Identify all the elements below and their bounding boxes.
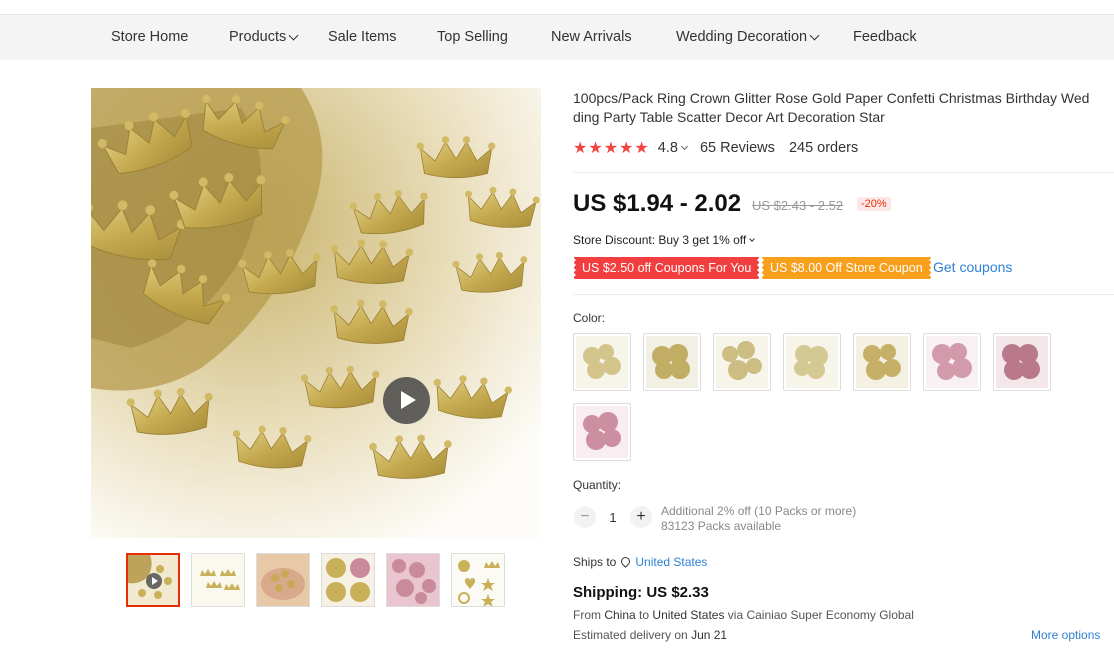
nav-label: Sale Items <box>328 29 397 45</box>
current-price: US $1.94 - 2.02 <box>573 190 742 217</box>
thumbnail-3[interactable] <box>256 553 310 607</box>
swatch-image <box>646 336 698 388</box>
swatch-image <box>576 406 628 458</box>
title-line-2: ding Party Table Scatter Decor Art Decor… <box>573 109 885 125</box>
orders-count: 245 orders <box>788 140 859 156</box>
route-origin: China <box>604 608 636 622</box>
title-line-1: 100pcs/Pack Ring Crown Glitter Rose Gold… <box>573 90 1090 106</box>
route-text: From <box>573 608 601 622</box>
swatch-image <box>856 336 908 388</box>
swatch-image <box>996 336 1048 388</box>
store-nav-bar: Store Home Products Sale Items Top Selli… <box>0 15 1114 60</box>
shipping-route: From China to United States via Cainiao … <box>573 608 914 622</box>
star-rating-icons: ★★★★★ <box>573 140 650 157</box>
delivery-date: Jun 21 <box>691 628 728 642</box>
nav-label: Top Selling <box>437 29 508 45</box>
plus-icon[interactable]: + <box>630 506 652 528</box>
color-swatch-4[interactable] <box>783 333 841 391</box>
play-icon <box>146 573 162 589</box>
nav-new-arrivals[interactable]: New Arrivals <box>551 29 632 45</box>
thumbnail-image <box>257 554 309 606</box>
coupon-2-50-off[interactable]: US $2.50 off Coupons For You <box>574 257 760 279</box>
thumbnail-image <box>387 554 439 606</box>
estimated-delivery: Estimated delivery on Jun 21 <box>573 628 727 642</box>
color-swatch-8[interactable] <box>573 403 631 461</box>
color-swatch-2[interactable] <box>643 333 701 391</box>
nav-top-selling[interactable]: Top Selling <box>437 29 508 45</box>
product-title: 100pcs/Pack Ring Crown Glitter Rose Gold… <box>573 89 1114 127</box>
thumbnail-image <box>322 554 374 606</box>
original-price: US $2.43 - 2.52 <box>752 198 844 213</box>
thumbnail-6[interactable] <box>451 553 505 607</box>
nav-label: Store Home <box>111 29 189 45</box>
reviews-link[interactable]: 65 Reviews <box>700 140 775 156</box>
minus-icon[interactable]: − <box>574 506 596 528</box>
quantity-info: Additional 2% off (10 Packs or more) 831… <box>661 504 856 534</box>
swatch-image <box>716 336 768 388</box>
nav-label: New Arrivals <box>551 29 632 45</box>
route-carrier: via Cainiao Super Economy Global <box>727 608 914 622</box>
product-main-image[interactable] <box>91 88 541 538</box>
additional-discount-text: Additional 2% off (10 Packs or more) <box>661 504 857 518</box>
divider <box>573 172 1114 173</box>
color-swatch-3[interactable] <box>713 333 771 391</box>
store-discount-text: Store Discount: Buy 3 get 1% off <box>573 233 747 247</box>
nav-store-home[interactable]: Store Home <box>111 29 188 45</box>
divider <box>573 294 1114 295</box>
rating-row: ★★★★★ 4.8 65 Reviews 245 orders <box>573 138 859 157</box>
quantity-input[interactable]: 1 <box>600 510 626 525</box>
color-swatch-1[interactable] <box>573 333 631 391</box>
thumbnail-image <box>192 554 244 606</box>
color-swatch-6[interactable] <box>923 333 981 391</box>
thumbnail-1[interactable] <box>126 553 180 607</box>
quantity-label: Quantity: <box>573 478 622 492</box>
play-icon[interactable] <box>383 377 430 424</box>
thumbnail-2[interactable] <box>191 553 245 607</box>
location-pin-icon <box>619 555 633 568</box>
crown-confetti-image <box>91 88 541 538</box>
route-destination: United States <box>652 608 725 622</box>
ships-to: Ships to United States <box>573 555 707 569</box>
color-label: Color: <box>573 311 606 325</box>
ships-to-country-link[interactable]: United States <box>635 555 707 569</box>
coupon-store-8-off[interactable]: US $8.00 Off Store Coupon <box>762 257 931 279</box>
thumbnail-image <box>452 554 504 606</box>
swatch-image <box>576 336 628 388</box>
delivery-label: Estimated delivery on <box>573 628 688 642</box>
thumbnail-5[interactable] <box>386 553 440 607</box>
nav-label: Feedback <box>853 29 917 45</box>
thumbnail-4[interactable] <box>321 553 375 607</box>
color-swatch-5[interactable] <box>853 333 911 391</box>
chevron-down-icon <box>288 30 299 41</box>
route-text: to <box>639 608 650 622</box>
chevron-down-icon[interactable] <box>680 142 688 151</box>
more-options-link[interactable]: More options <box>1031 628 1100 642</box>
color-swatch-7[interactable] <box>993 333 1051 391</box>
nav-feedback[interactable]: Feedback <box>853 29 917 45</box>
available-stock-text: 83123 Packs available <box>661 519 782 533</box>
nav-wedding-decoration[interactable]: Wedding Decoration <box>676 29 820 45</box>
nav-sale-items[interactable]: Sale Items <box>328 29 397 45</box>
nav-label: Products <box>229 29 287 45</box>
ships-to-label: Ships to <box>573 555 617 569</box>
chevron-down-icon <box>809 30 820 41</box>
rating-score[interactable]: 4.8 <box>658 140 678 156</box>
shipping-cost: Shipping: US $2.33 <box>573 584 709 601</box>
store-discount[interactable]: Store Discount: Buy 3 get 1% off <box>573 233 756 247</box>
nav-products[interactable]: Products <box>229 29 299 45</box>
nav-label: Wedding Decoration <box>676 29 808 45</box>
discount-badge: -20% <box>857 197 891 211</box>
chevron-down-icon <box>749 236 756 242</box>
swatch-image <box>926 336 978 388</box>
swatch-image <box>786 336 838 388</box>
get-coupons-link[interactable]: Get coupons <box>933 259 1012 275</box>
